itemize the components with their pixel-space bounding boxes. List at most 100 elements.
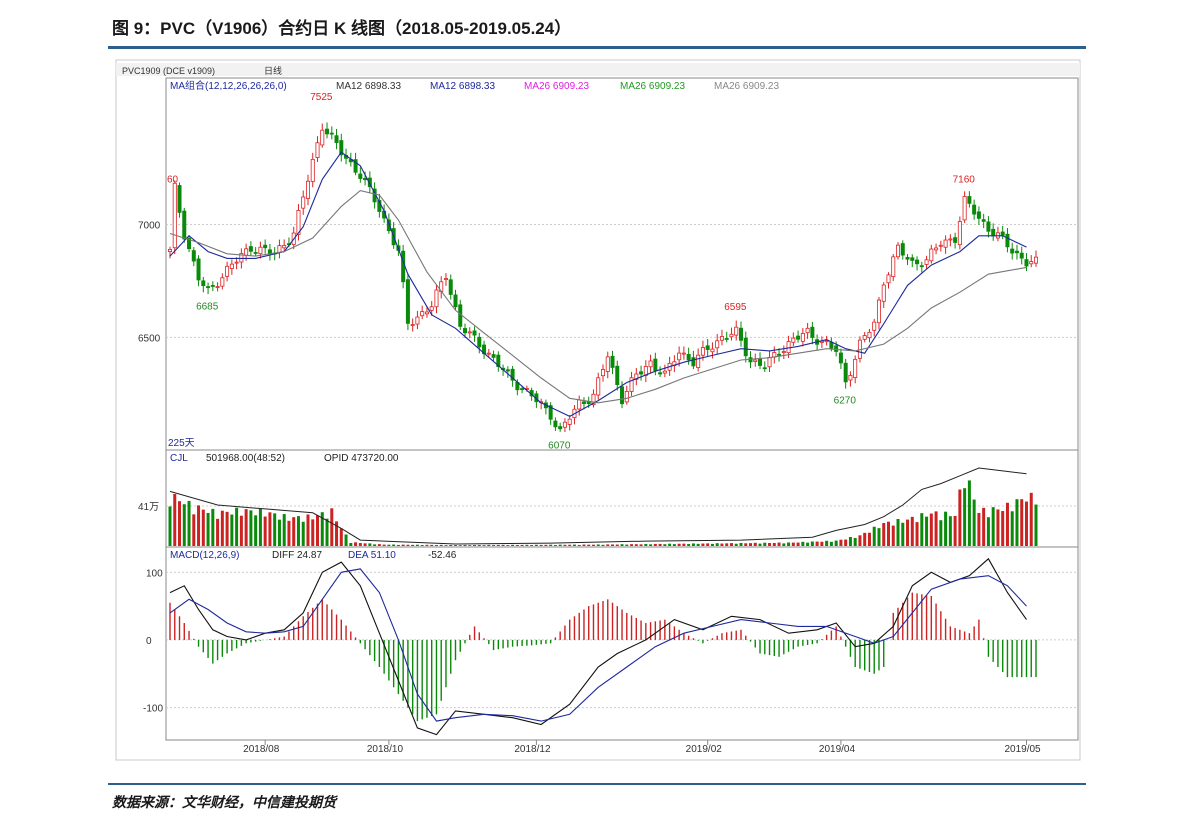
candle-body (1024, 259, 1029, 267)
candle-body (443, 278, 448, 280)
volume-bar (506, 545, 510, 546)
candle-body (924, 259, 929, 265)
candle-body (196, 258, 201, 281)
volume-bar (772, 542, 776, 546)
candle-body (420, 311, 425, 317)
volume-bar (963, 488, 967, 546)
volume-bar (1015, 499, 1019, 546)
candle-body (677, 352, 682, 361)
x-axis-label: 2018/10 (367, 744, 404, 755)
header-period[interactable]: 日线 (264, 65, 282, 76)
candle-body (758, 358, 763, 366)
volume-bar (744, 543, 748, 546)
x-axis-label: 2018/08 (243, 744, 280, 755)
volume-bar (373, 544, 377, 546)
volume-bar (715, 543, 719, 546)
volume-bar (544, 544, 548, 546)
candle-body (653, 358, 658, 371)
volume-bar (863, 532, 867, 546)
chart-header-bar (116, 63, 1080, 76)
volume-bar (782, 543, 786, 546)
candle-body (743, 337, 748, 357)
volume-bar (891, 525, 895, 546)
kline-chart: PVC1909 (DCE v1909) 日线 7000 6500 41万 100 0 -1… (115, 59, 1081, 761)
volume-bar (187, 500, 191, 546)
candle-body (719, 336, 724, 341)
volume-bar (639, 544, 643, 546)
volume-bar (920, 513, 924, 546)
volume-bar (539, 544, 543, 546)
candle-body (734, 326, 739, 336)
volume-bar (396, 544, 400, 546)
candle-body (981, 219, 986, 222)
candle-body (639, 371, 644, 375)
volume-bar (487, 544, 491, 546)
candle-body (215, 286, 220, 288)
volume-bar (944, 511, 948, 546)
candle-body (329, 132, 334, 135)
volume-bar (387, 544, 391, 546)
candle-body (805, 327, 810, 334)
candle-body (953, 237, 958, 243)
candle-body (824, 340, 829, 343)
volume-bar (368, 543, 372, 546)
volume-bar (753, 542, 757, 546)
volume-bar (206, 512, 210, 546)
candle-body (320, 129, 325, 146)
price-annotation: 7525 (310, 92, 333, 103)
price-annotation: 6595 (724, 302, 747, 313)
volume-bar (401, 544, 405, 546)
volume-bar (577, 544, 581, 546)
candle-body (848, 375, 853, 381)
volume-bar (296, 516, 300, 546)
volume-bar (197, 505, 201, 546)
volume-bar (867, 532, 871, 546)
bar-count-label: 225天 (168, 438, 195, 449)
candle-body (229, 263, 234, 269)
volume-bar (587, 544, 591, 546)
candle-body (172, 182, 177, 249)
candle-body (601, 369, 606, 377)
candle-body (872, 321, 877, 331)
volume-bar (615, 544, 619, 546)
macd-label: MACD(12,26,9) (170, 550, 239, 561)
volume-bar (425, 544, 429, 546)
volume-bar (896, 518, 900, 546)
macd-tick-label: 0 (146, 636, 152, 647)
volume-bar (986, 517, 990, 546)
candle-body (867, 331, 872, 339)
candle-body (800, 333, 805, 342)
candle-body (1034, 256, 1039, 264)
volume-bar (829, 541, 833, 546)
volume-bar (439, 544, 443, 546)
volume-bar (758, 543, 762, 546)
bottom-rule (108, 783, 1086, 785)
ma-legend-item: MA12 6898.33 (336, 81, 401, 92)
volume-bar (492, 545, 496, 546)
x-axis-label: 2018/12 (514, 744, 551, 755)
candle-body (301, 196, 306, 209)
candle-body (934, 247, 939, 251)
volume-bar (192, 514, 196, 546)
volume-bar (549, 544, 553, 546)
volume-bar (449, 544, 453, 546)
candle-body (910, 257, 915, 261)
volume-bar (982, 507, 986, 546)
candle-body (486, 352, 491, 355)
volume-bar (173, 493, 177, 546)
candle-body (1029, 261, 1034, 265)
candle-body (738, 327, 743, 341)
volume-bar (706, 543, 710, 546)
candle-body (477, 336, 482, 348)
candle-body (1010, 248, 1015, 254)
volume-bar (601, 544, 605, 546)
volume-bar (925, 516, 929, 546)
volume-bar (844, 539, 848, 546)
candle-body (615, 365, 620, 385)
volume-bar (739, 542, 743, 546)
volume-bar (182, 504, 186, 546)
opid-readout: OPID 473720.00 (324, 453, 399, 464)
volume-bar (316, 515, 320, 546)
volume-bar (515, 544, 519, 546)
candle-body (282, 245, 287, 249)
